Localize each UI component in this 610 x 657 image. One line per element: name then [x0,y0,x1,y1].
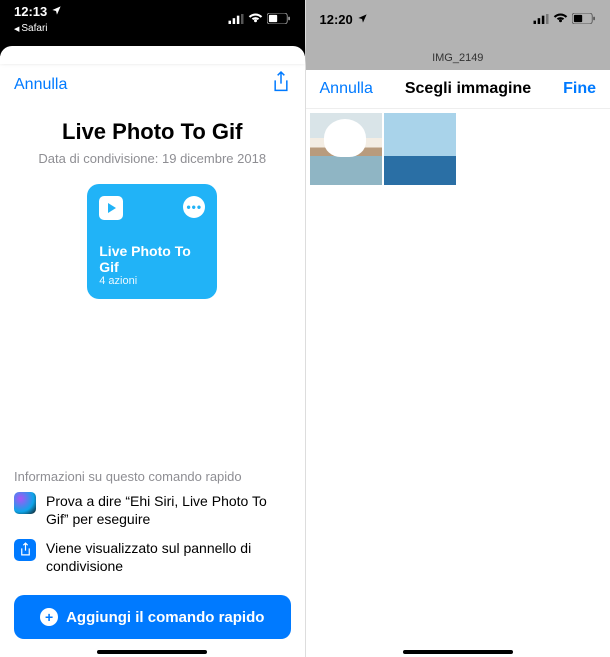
share-date: Data di condivisione: 19 dicembre 2018 [0,151,305,166]
status-bar: 12:20 [306,0,610,38]
plus-icon: + [40,608,58,626]
actions-count: 4 azioni [99,275,205,287]
about-header: Informazioni su questo comando rapido [14,469,291,484]
share-icon[interactable] [271,70,291,99]
page-title: Live Photo To Gif [0,119,305,145]
location-icon [51,4,62,19]
photo-thumbnail[interactable] [384,113,456,185]
cancel-button[interactable]: Annulla [320,80,373,98]
wifi-icon [248,12,263,27]
siri-icon [14,492,36,514]
location-icon [357,12,368,27]
status-time: 12:13 [14,4,47,19]
shortcut-card[interactable]: ••• Live Photo To Gif 4 azioni [87,184,217,299]
picker-title: Scegli immagine [405,80,531,98]
battery-icon [572,12,596,27]
wifi-icon [553,12,568,27]
home-indicator[interactable] [403,650,513,654]
shortcut-name: Live Photo To Gif [99,243,205,275]
share-panel-row: Viene visualizzato sul pannello di condi… [14,539,291,575]
cancel-button[interactable]: Annulla [14,76,67,94]
share-panel-icon [14,539,36,561]
image-filename: IMG_2149 [306,52,610,70]
siri-hint-row: Prova a dire “Ehi Siri, Live Photo To Gi… [14,492,291,528]
back-to-app[interactable]: Safari [14,23,62,34]
photo-thumbnail[interactable] [310,113,382,185]
status-time: 12:20 [320,12,353,27]
add-shortcut-button[interactable]: + Aggiungi il comando rapido [14,595,291,639]
more-icon[interactable]: ••• [183,196,205,218]
status-bar: 12:13 Safari [0,0,305,38]
play-icon [99,196,123,220]
battery-icon [267,12,291,27]
signal-icon [228,12,244,27]
signal-icon [533,12,549,27]
done-button[interactable]: Fine [563,80,596,98]
home-indicator[interactable] [97,650,207,654]
